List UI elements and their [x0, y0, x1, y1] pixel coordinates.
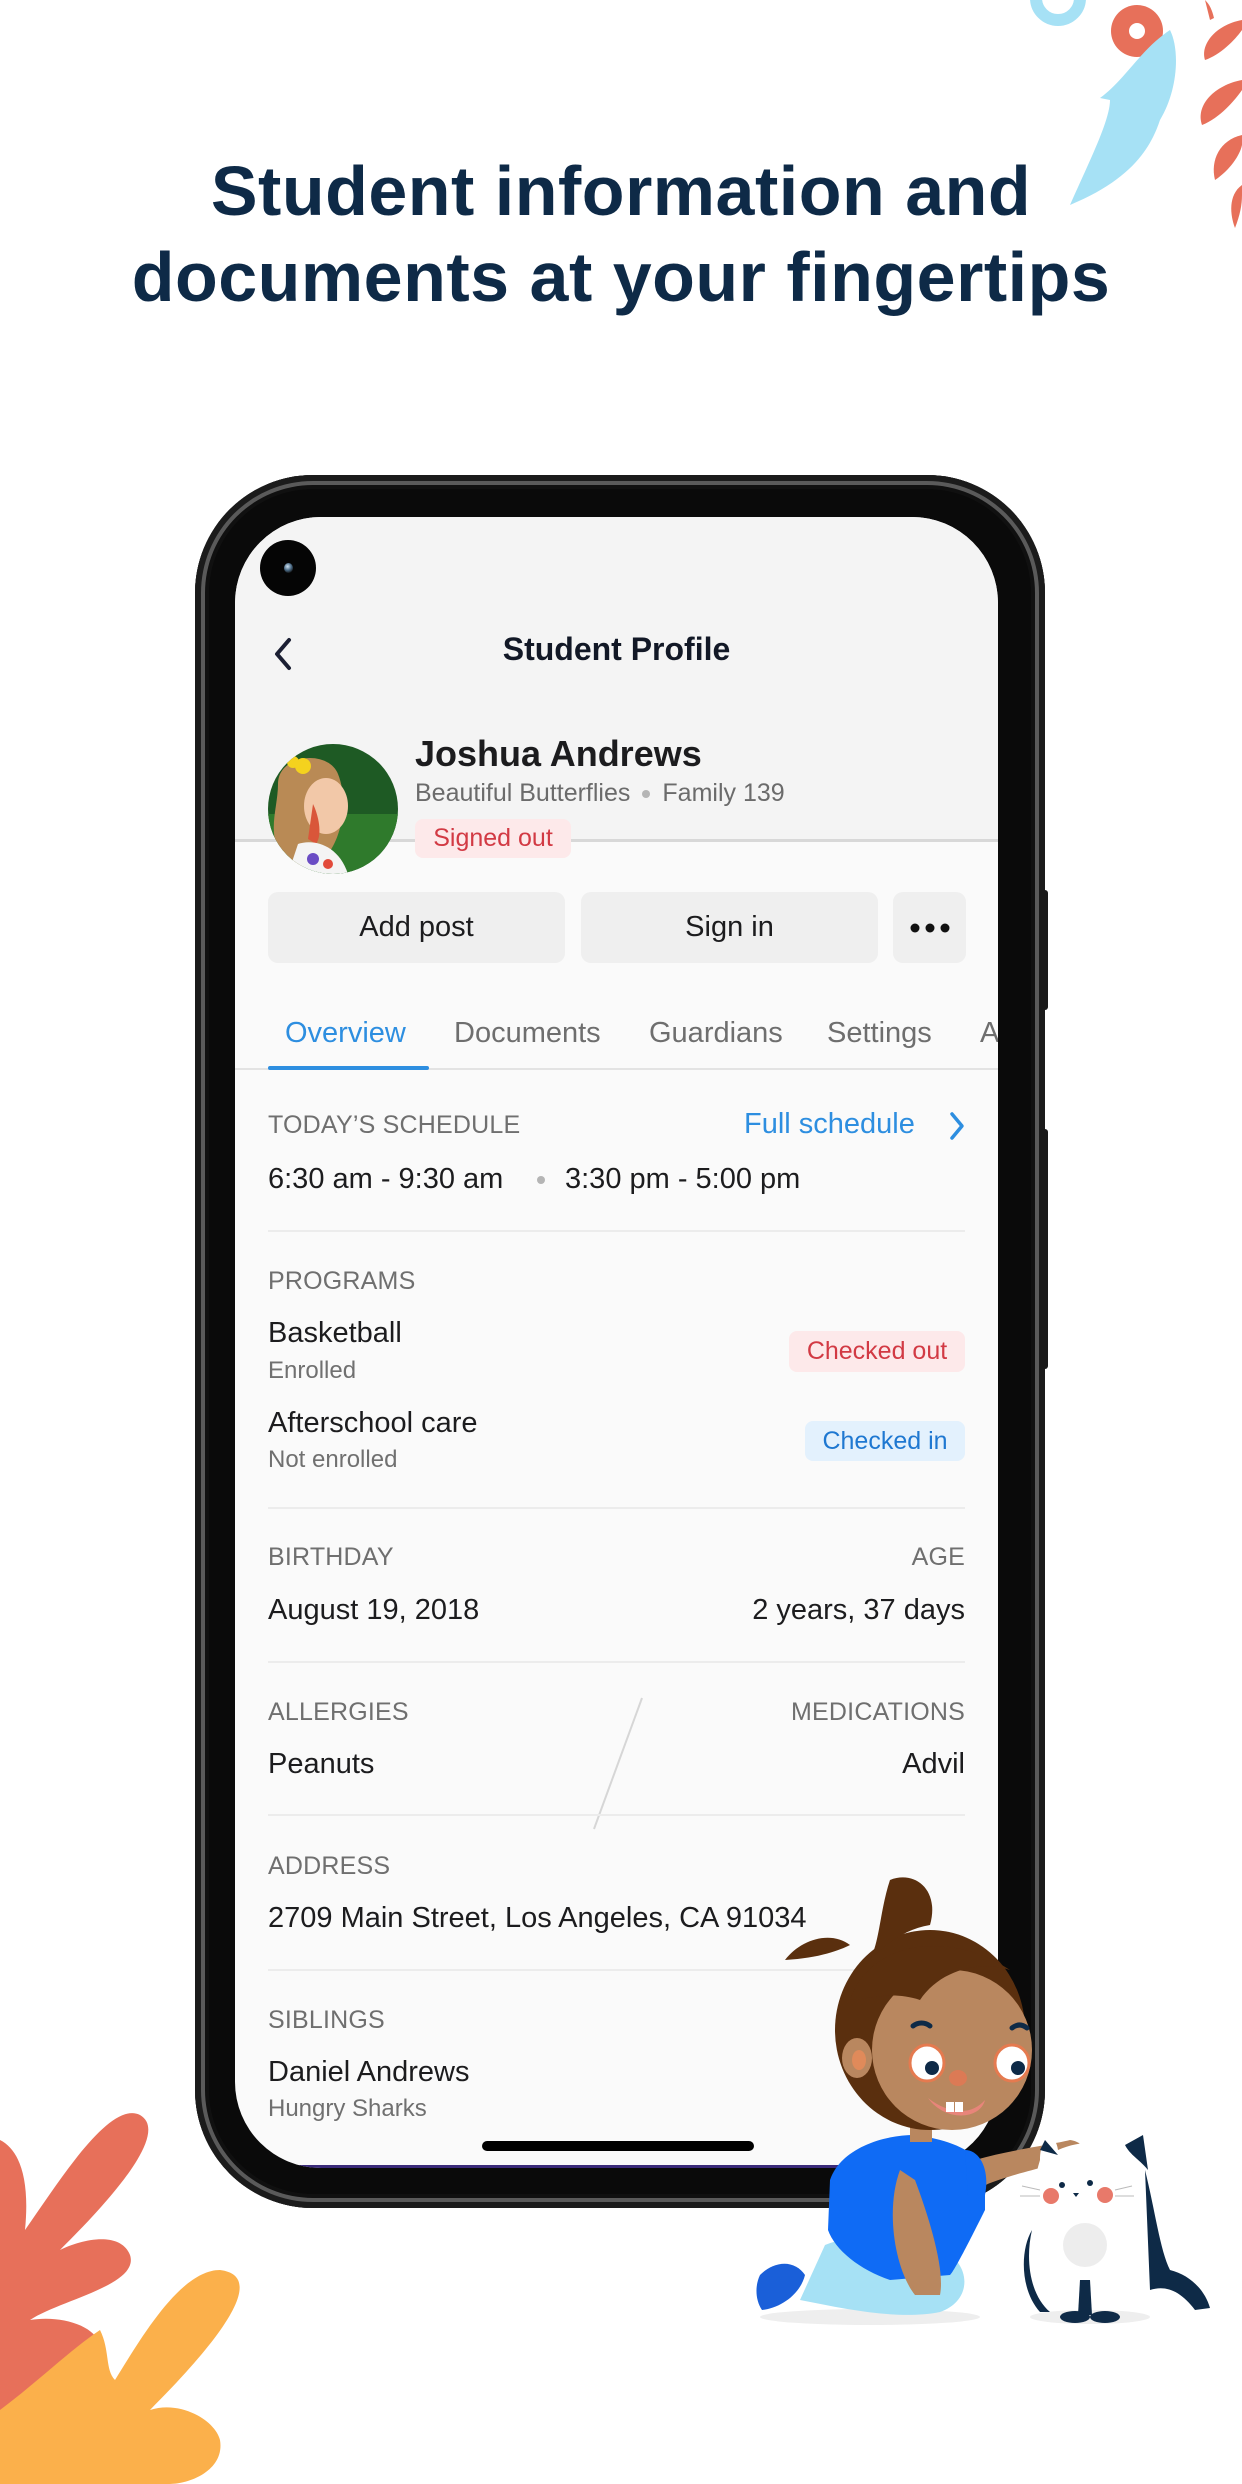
birthday-label: BIRTHDAY [268, 1543, 394, 1571]
headline: Student information and documents at you… [0, 148, 1242, 320]
full-schedule-link[interactable]: Full schedule [744, 1108, 915, 1141]
program-enrollment: Enrolled [268, 1357, 357, 1384]
tab-more-cutoff[interactable]: A [980, 1017, 998, 1050]
address-label: ADDRESS [268, 1852, 391, 1880]
program-name: Afterschool care [268, 1407, 478, 1439]
student-name: Joshua Andrews [415, 733, 702, 774]
medications-value: Advil [902, 1748, 965, 1780]
medications-label: MEDICATIONS [791, 1698, 965, 1726]
age-label: AGE [911, 1543, 965, 1571]
schedule-label: TODAY’S SCHEDULE [268, 1111, 521, 1139]
tab-documents[interactable]: Documents [454, 1017, 601, 1050]
family-name: Family 139 [662, 779, 785, 807]
classroom-name: Beautiful Butterflies [415, 779, 631, 807]
page-title: Student Profile [502, 631, 731, 667]
sign-in-button[interactable]: Sign in [581, 892, 878, 963]
program-status-badge: Checked out [789, 1331, 965, 1372]
status-badge: Signed out [415, 819, 571, 858]
camera-icon [260, 540, 316, 596]
program-enrollment: Not enrolled [268, 1446, 398, 1473]
phone-side-button-volume [1040, 1129, 1048, 1369]
allergies-label: ALLERGIES [268, 1698, 409, 1726]
headline-line-1: Student information and [210, 152, 1032, 230]
program-name: Basketball [268, 1317, 402, 1349]
more-horizontal-icon [910, 923, 949, 932]
schedule-slot-2: 3:30 pm - 5:00 pm [565, 1163, 801, 1195]
avatar[interactable] [268, 744, 398, 874]
student-subtitle: Beautiful Butterflies Family 139 [415, 779, 785, 808]
add-post-button[interactable]: Add post [268, 892, 565, 963]
address-value: 2709 Main Street, Los Angeles, CA 91034 [268, 1902, 807, 1934]
tab-overview[interactable]: Overview [285, 1017, 406, 1050]
phone-side-button-power [1040, 890, 1048, 1010]
program-status-badge: Checked in [805, 1421, 965, 1461]
schedule-slot-1: 6:30 am - 9:30 am [268, 1163, 504, 1195]
birthday-value: August 19, 2018 [268, 1594, 480, 1626]
more-button[interactable] [893, 892, 966, 963]
sibling-classroom: Hungry Sharks [268, 2095, 427, 2122]
girl-with-cat-illustration [756, 1877, 1210, 2325]
separator-dot [537, 1176, 545, 1184]
section-divider [268, 1507, 965, 1509]
siblings-label: SIBLINGS [268, 2006, 385, 2034]
chevron-right-icon[interactable] [949, 1111, 965, 1141]
home-indicator[interactable] [482, 2141, 754, 2151]
section-divider [268, 1814, 965, 1816]
tab-guardians[interactable]: Guardians [649, 1017, 783, 1050]
programs-label: PROGRAMS [268, 1267, 416, 1295]
tab-settings[interactable]: Settings [827, 1017, 932, 1050]
avatar-photo [268, 744, 398, 874]
separator-dot [642, 789, 651, 798]
sibling-name[interactable]: Daniel Andrews [268, 2056, 470, 2089]
active-tab-indicator [268, 1066, 429, 1070]
age-value: 2 years, 37 days [752, 1594, 965, 1626]
allergies-value: Peanuts [268, 1748, 375, 1780]
section-divider [268, 1230, 965, 1232]
diagonal-divider [593, 1697, 643, 1830]
section-divider [268, 1661, 965, 1663]
headline-line-2: documents at your fingertips [131, 238, 1111, 316]
